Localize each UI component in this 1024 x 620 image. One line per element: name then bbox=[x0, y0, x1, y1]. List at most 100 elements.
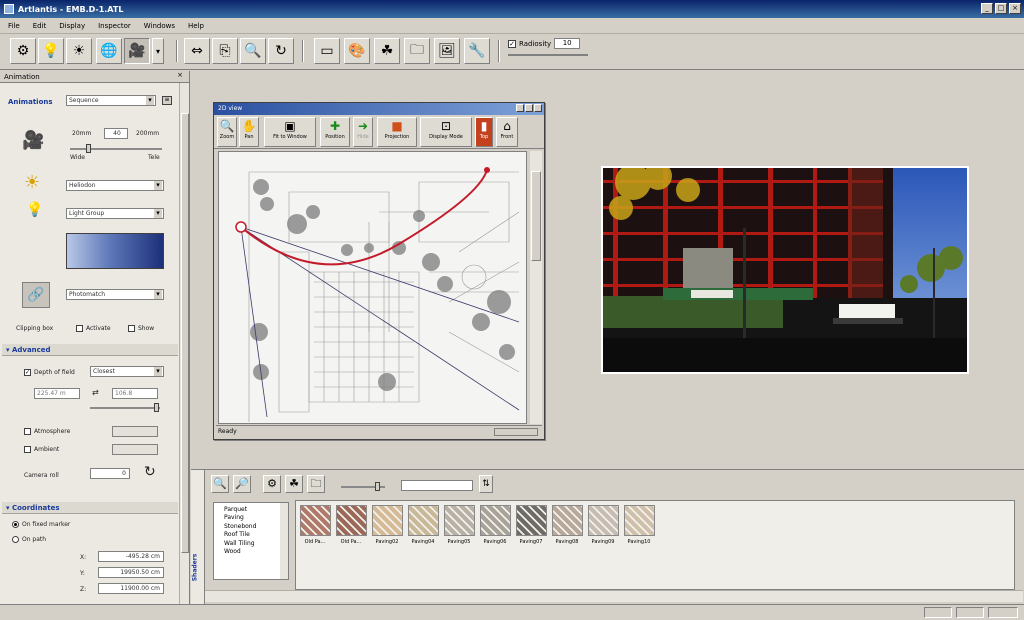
x-coordinate-field[interactable]: -495.28 cm bbox=[98, 551, 164, 562]
depth-range-field[interactable]: 106.8 bbox=[112, 388, 158, 399]
close-icon[interactable]: × bbox=[177, 71, 183, 79]
front-view-button[interactable]: ⌂ Front bbox=[496, 117, 518, 147]
light-group-dropdown[interactable]: Light Group bbox=[66, 208, 164, 219]
position-button[interactable]: ✚ Position bbox=[320, 117, 350, 147]
photo-icon[interactable]: 🖼 bbox=[434, 38, 460, 64]
site-plan-view[interactable] bbox=[218, 151, 527, 424]
window-icon[interactable]: ▭ bbox=[314, 38, 340, 64]
shader-category-icon[interactable]: ⚙ bbox=[263, 475, 281, 493]
shader-search-field[interactable] bbox=[401, 480, 473, 491]
thumbnail-size-knob[interactable] bbox=[375, 482, 380, 491]
on-path-radio[interactable] bbox=[12, 536, 19, 543]
aspect-icon[interactable]: ⇔ bbox=[184, 38, 210, 64]
tree-item[interactable]: Roof Tile bbox=[216, 531, 286, 539]
dropdown-icon[interactable]: ▾ bbox=[152, 38, 164, 64]
images-category-icon[interactable]: 🗀 bbox=[307, 475, 325, 493]
shader-tile[interactable] bbox=[336, 505, 367, 536]
projection-button[interactable]: ■ Projection bbox=[377, 117, 417, 147]
shader-tile[interactable] bbox=[516, 505, 547, 536]
fit-to-window-button[interactable]: ▣ Fit to Window bbox=[264, 117, 316, 147]
advanced-section-header[interactable]: ▾ Advanced bbox=[2, 344, 178, 356]
activate-checkbox[interactable] bbox=[76, 325, 83, 332]
zoom-button[interactable]: 🔍 Zoom bbox=[217, 117, 237, 147]
rotate-icon[interactable]: ↻ bbox=[144, 464, 156, 480]
focal-slider[interactable] bbox=[70, 144, 162, 153]
shader-tile[interactable] bbox=[588, 505, 619, 536]
maximize-icon[interactable]: □ bbox=[995, 3, 1007, 14]
globe-icon[interactable]: 🌐 bbox=[96, 38, 122, 64]
photomatch-icon[interactable]: 🔗 bbox=[22, 282, 50, 308]
atmosphere-checkbox[interactable] bbox=[24, 428, 31, 435]
scroll-thumb[interactable] bbox=[181, 113, 189, 553]
tree-item[interactable]: Wall Tiling bbox=[216, 540, 286, 548]
minimize-icon[interactable] bbox=[516, 104, 524, 112]
menu-file[interactable]: File bbox=[8, 22, 20, 30]
y-coordinate-field[interactable]: 19950.50 cm bbox=[98, 567, 164, 578]
view-2d-titlebar[interactable]: 2D view bbox=[214, 103, 544, 115]
focal-slider-knob[interactable] bbox=[86, 144, 91, 153]
menu-help[interactable]: Help bbox=[188, 22, 204, 30]
minimize-icon[interactable]: _ bbox=[981, 3, 993, 14]
view-2d-scrollbar[interactable] bbox=[530, 151, 542, 424]
close-icon[interactable]: × bbox=[1009, 3, 1021, 14]
tree-scrollbar[interactable] bbox=[280, 503, 288, 579]
coordinates-section-header[interactable]: ▾ Coordinates bbox=[2, 502, 178, 514]
photomatch-dropdown[interactable]: Photomatch bbox=[66, 289, 164, 300]
background-gradient-swatch[interactable] bbox=[66, 233, 164, 269]
object-icon[interactable]: ☘ bbox=[374, 38, 400, 64]
display-mode-button[interactable]: ⊡ Display Mode bbox=[420, 117, 472, 147]
refresh-icon[interactable]: ↻ bbox=[268, 38, 294, 64]
settings-icon[interactable]: 🔧 bbox=[464, 38, 490, 64]
panel-scrollbar[interactable] bbox=[179, 83, 189, 611]
radiosity-checkbox[interactable]: ✓ bbox=[508, 39, 516, 48]
z-coordinate-field[interactable]: 11900.00 cm bbox=[98, 583, 164, 594]
sun-icon[interactable]: ☀ bbox=[66, 38, 92, 64]
camera-icon[interactable]: 🎥 bbox=[124, 38, 150, 64]
shader-tile[interactable] bbox=[480, 505, 511, 536]
render-preview-image[interactable] bbox=[601, 166, 969, 374]
depth-slider-knob[interactable] bbox=[154, 403, 159, 412]
hide-button[interactable]: ➜ Hide bbox=[353, 117, 373, 147]
depth-of-field-checkbox[interactable]: ✓ bbox=[24, 369, 31, 376]
depth-slider[interactable] bbox=[90, 403, 160, 412]
render-icon[interactable]: ⚙ bbox=[10, 38, 36, 64]
shader-tile[interactable] bbox=[624, 505, 655, 536]
shader-tile[interactable] bbox=[444, 505, 475, 536]
menu-edit[interactable]: Edit bbox=[33, 22, 47, 30]
zoom-out-icon[interactable]: 🔎 bbox=[233, 475, 251, 493]
export-icon[interactable]: ⎘ bbox=[212, 38, 238, 64]
atmosphere-field[interactable] bbox=[112, 426, 158, 437]
menu-display[interactable]: Display bbox=[59, 22, 85, 30]
material-icon[interactable]: 🎨 bbox=[344, 38, 370, 64]
shaders-scrollbar[interactable] bbox=[205, 590, 1023, 602]
light-icon[interactable]: 💡 bbox=[38, 38, 64, 64]
heliodon-dropdown[interactable]: Heliodon bbox=[66, 180, 164, 191]
zoom-value-field[interactable]: 40 bbox=[104, 128, 128, 139]
menu-windows[interactable]: Windows bbox=[144, 22, 175, 30]
radiosity-value[interactable]: 10 bbox=[554, 38, 581, 49]
tree-item[interactable]: Parquet bbox=[216, 506, 286, 514]
zoom-in-icon[interactable]: 🔍 bbox=[211, 475, 229, 493]
tree-item[interactable]: Stonebond bbox=[216, 523, 286, 531]
shader-tile[interactable] bbox=[300, 505, 331, 536]
ambient-field[interactable] bbox=[112, 444, 158, 455]
ambient-checkbox[interactable] bbox=[24, 446, 31, 453]
sort-icon[interactable]: ⇅ bbox=[479, 475, 493, 493]
depth-distance-field[interactable]: 225.47 m bbox=[34, 388, 80, 399]
tree-item[interactable]: Paving bbox=[216, 514, 286, 522]
folder-icon[interactable]: 🗀 bbox=[404, 38, 430, 64]
view-2d-scroll-thumb[interactable] bbox=[531, 171, 541, 261]
close-icon[interactable] bbox=[534, 104, 542, 112]
shader-tile[interactable] bbox=[408, 505, 439, 536]
maximize-icon[interactable] bbox=[525, 104, 533, 112]
camera-roll-field[interactable]: 0 bbox=[90, 468, 130, 479]
zoom-icon[interactable]: 🔍 bbox=[240, 38, 266, 64]
menu-inspector[interactable]: Inspector bbox=[98, 22, 131, 30]
radiosity-slider[interactable] bbox=[508, 54, 588, 56]
pan-button[interactable]: ✋ Pan bbox=[239, 117, 259, 147]
animations-options-icon[interactable]: ≡ bbox=[162, 96, 172, 105]
animations-dropdown[interactable]: Sequence bbox=[66, 95, 156, 106]
objects-category-icon[interactable]: ☘ bbox=[285, 475, 303, 493]
fixed-marker-radio[interactable] bbox=[12, 521, 19, 528]
top-view-button[interactable]: ▮ Top bbox=[475, 117, 493, 147]
